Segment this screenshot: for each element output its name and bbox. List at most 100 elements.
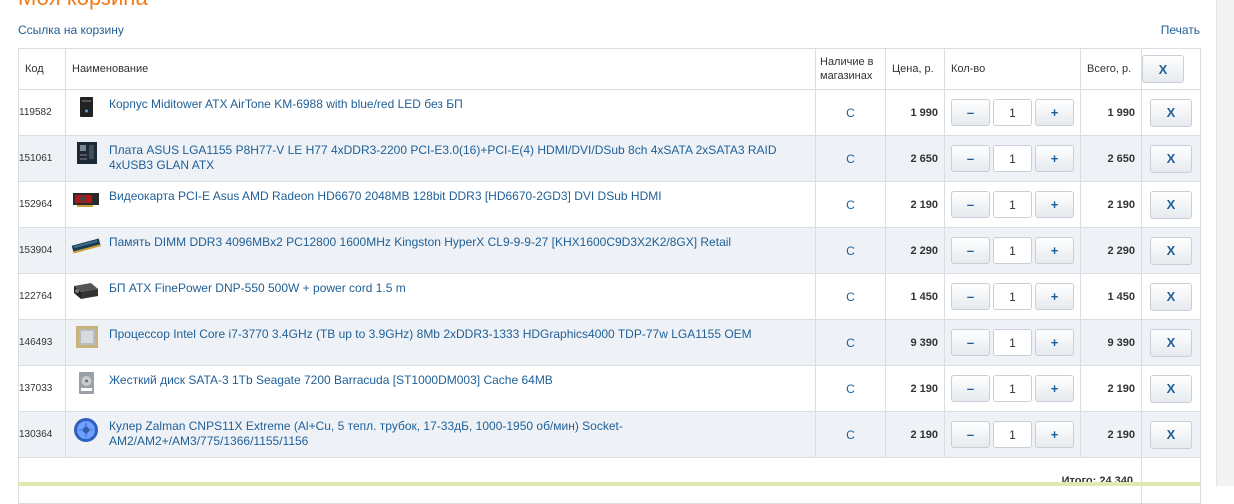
item-delete-cell: X bbox=[1141, 89, 1201, 136]
qty-input[interactable] bbox=[993, 283, 1032, 310]
item-delete-cell: X bbox=[1141, 135, 1201, 182]
item-stock[interactable]: С bbox=[815, 135, 886, 182]
remove-item-button[interactable]: X bbox=[1150, 282, 1192, 311]
item-stock[interactable]: С bbox=[815, 89, 886, 136]
qty-input[interactable] bbox=[993, 191, 1032, 218]
table-row: 119582 Корпус Miditower ATX AirTone KM-6… bbox=[18, 89, 1201, 136]
print-link[interactable]: Печать bbox=[1161, 23, 1200, 37]
item-delete-cell: X bbox=[1141, 411, 1201, 458]
qty-plus-button[interactable]: + bbox=[1035, 329, 1074, 356]
qty-minus-button[interactable]: – bbox=[951, 145, 990, 172]
qty-input[interactable] bbox=[993, 329, 1032, 356]
gpu-icon bbox=[73, 193, 99, 207]
remove-item-button[interactable]: X bbox=[1150, 190, 1192, 219]
motherboard-icon bbox=[77, 142, 97, 164]
qty-minus-button[interactable]: – bbox=[951, 421, 990, 448]
item-stock[interactable]: С bbox=[815, 365, 886, 412]
header-stock-line2: магазинах bbox=[820, 70, 873, 82]
qty-minus-button[interactable]: – bbox=[951, 375, 990, 402]
item-qty-cell: – + bbox=[944, 365, 1081, 412]
header-name: Наименование bbox=[65, 48, 816, 90]
qty-minus-button[interactable]: – bbox=[951, 191, 990, 218]
table-header-row: Код Наименование Наличие в магазинах Цен… bbox=[18, 48, 1201, 90]
item-name-link[interactable]: Плата ASUS LGA1155 P8H77-V LE H77 4xDDR3… bbox=[109, 143, 807, 173]
item-name-link[interactable]: БП ATX FinePower DNP-550 500W + power co… bbox=[109, 281, 807, 296]
table-row: 130364 Кулер Zalman CNPS11X Extreme (Al+… bbox=[18, 411, 1201, 458]
item-price: 1 990 bbox=[885, 89, 945, 136]
item-total: 2 190 bbox=[1080, 181, 1142, 228]
remove-item-button[interactable]: X bbox=[1150, 98, 1192, 127]
item-delete-cell: X bbox=[1141, 319, 1201, 366]
qty-minus-button[interactable]: – bbox=[951, 329, 990, 356]
cooler-icon bbox=[74, 418, 98, 442]
table-row: 153904 Память DIMM DDR3 4096MBx2 PC12800… bbox=[18, 227, 1201, 274]
item-price: 2 650 bbox=[885, 135, 945, 182]
qty-plus-button[interactable]: + bbox=[1035, 283, 1074, 310]
qty-input[interactable] bbox=[993, 99, 1032, 126]
item-name-cell: Процессор Intel Core i7-3770 3.4GHz (TB … bbox=[65, 319, 816, 366]
qty-input[interactable] bbox=[993, 421, 1032, 448]
header-qty: Кол-во bbox=[944, 48, 1081, 90]
item-name-link[interactable]: Жесткий диск SATA-3 1Tb Seagate 7200 Bar… bbox=[109, 373, 807, 388]
table-row: 151061 Плата ASUS LGA1155 P8H77-V LE H77… bbox=[18, 135, 1201, 182]
item-code: 130364 bbox=[18, 411, 66, 458]
item-name-cell: Жесткий диск SATA-3 1Tb Seagate 7200 Bar… bbox=[65, 365, 816, 412]
remove-item-button[interactable]: X bbox=[1150, 420, 1192, 449]
header-code: Код bbox=[18, 48, 66, 90]
item-name-link[interactable]: Корпус Miditower ATX AirTone KM-6988 wit… bbox=[109, 97, 807, 112]
item-total: 2 650 bbox=[1080, 135, 1142, 182]
header-total: Всего, р. bbox=[1080, 48, 1142, 90]
bottom-accent-bar bbox=[18, 482, 1200, 486]
item-delete-cell: X bbox=[1141, 365, 1201, 412]
psu-icon bbox=[74, 283, 98, 299]
item-qty-cell: – + bbox=[944, 319, 1081, 366]
item-name-cell: Кулер Zalman CNPS11X Extreme (Al+Cu, 5 т… bbox=[65, 411, 816, 458]
item-stock[interactable]: С bbox=[815, 319, 886, 366]
qty-input[interactable] bbox=[993, 145, 1032, 172]
item-name-cell: Корпус Miditower ATX AirTone KM-6988 wit… bbox=[65, 89, 816, 136]
qty-plus-button[interactable]: + bbox=[1035, 375, 1074, 402]
item-price: 2 290 bbox=[885, 227, 945, 274]
cart-page: Моя корзина Ссылка на корзину Печать Код… bbox=[0, 0, 1216, 504]
item-qty-cell: – + bbox=[944, 273, 1081, 320]
item-price: 1 450 bbox=[885, 273, 945, 320]
qty-plus-button[interactable]: + bbox=[1035, 237, 1074, 264]
item-name-link[interactable]: Процессор Intel Core i7-3770 3.4GHz (TB … bbox=[109, 327, 807, 342]
qty-input[interactable] bbox=[993, 237, 1032, 264]
item-name-link[interactable]: Память DIMM DDR3 4096MBx2 PC12800 1600MH… bbox=[109, 235, 807, 250]
qty-minus-button[interactable]: – bbox=[951, 99, 990, 126]
item-stock[interactable]: С bbox=[815, 227, 886, 274]
qty-plus-button[interactable]: + bbox=[1035, 421, 1074, 448]
item-name-cell: Память DIMM DDR3 4096MBx2 PC12800 1600MH… bbox=[65, 227, 816, 274]
item-total: 2 190 bbox=[1080, 411, 1142, 458]
item-total: 1 990 bbox=[1080, 89, 1142, 136]
remove-item-button[interactable]: X bbox=[1150, 328, 1192, 357]
remove-item-button[interactable]: X bbox=[1150, 144, 1192, 173]
item-price: 2 190 bbox=[885, 181, 945, 228]
item-code: 122764 bbox=[18, 273, 66, 320]
qty-plus-button[interactable]: + bbox=[1035, 191, 1074, 218]
remove-item-button[interactable]: X bbox=[1150, 236, 1192, 265]
item-price: 2 190 bbox=[885, 411, 945, 458]
item-code: 153904 bbox=[18, 227, 66, 274]
item-name-cell: БП ATX FinePower DNP-550 500W + power co… bbox=[65, 273, 816, 320]
item-price: 2 190 bbox=[885, 365, 945, 412]
item-stock[interactable]: С bbox=[815, 181, 886, 228]
qty-minus-button[interactable]: – bbox=[951, 237, 990, 264]
qty-plus-button[interactable]: + bbox=[1035, 99, 1074, 126]
cart-link[interactable]: Ссылка на корзину bbox=[18, 23, 124, 37]
item-stock[interactable]: С bbox=[815, 411, 886, 458]
item-stock[interactable]: С bbox=[815, 273, 886, 320]
qty-input[interactable] bbox=[993, 375, 1032, 402]
item-qty-cell: – + bbox=[944, 89, 1081, 136]
item-code: 137033 bbox=[18, 365, 66, 412]
item-code: 152964 bbox=[18, 181, 66, 228]
item-qty-cell: – + bbox=[944, 135, 1081, 182]
remove-item-button[interactable]: X bbox=[1150, 374, 1192, 403]
item-total: 2 190 bbox=[1080, 365, 1142, 412]
clear-cart-button[interactable]: X bbox=[1142, 55, 1184, 83]
qty-minus-button[interactable]: – bbox=[951, 283, 990, 310]
qty-plus-button[interactable]: + bbox=[1035, 145, 1074, 172]
item-name-link[interactable]: Видеокарта PCI-E Asus AMD Radeon HD6670 … bbox=[109, 189, 807, 204]
item-name-link[interactable]: Кулер Zalman CNPS11X Extreme (Al+Cu, 5 т… bbox=[109, 419, 807, 449]
